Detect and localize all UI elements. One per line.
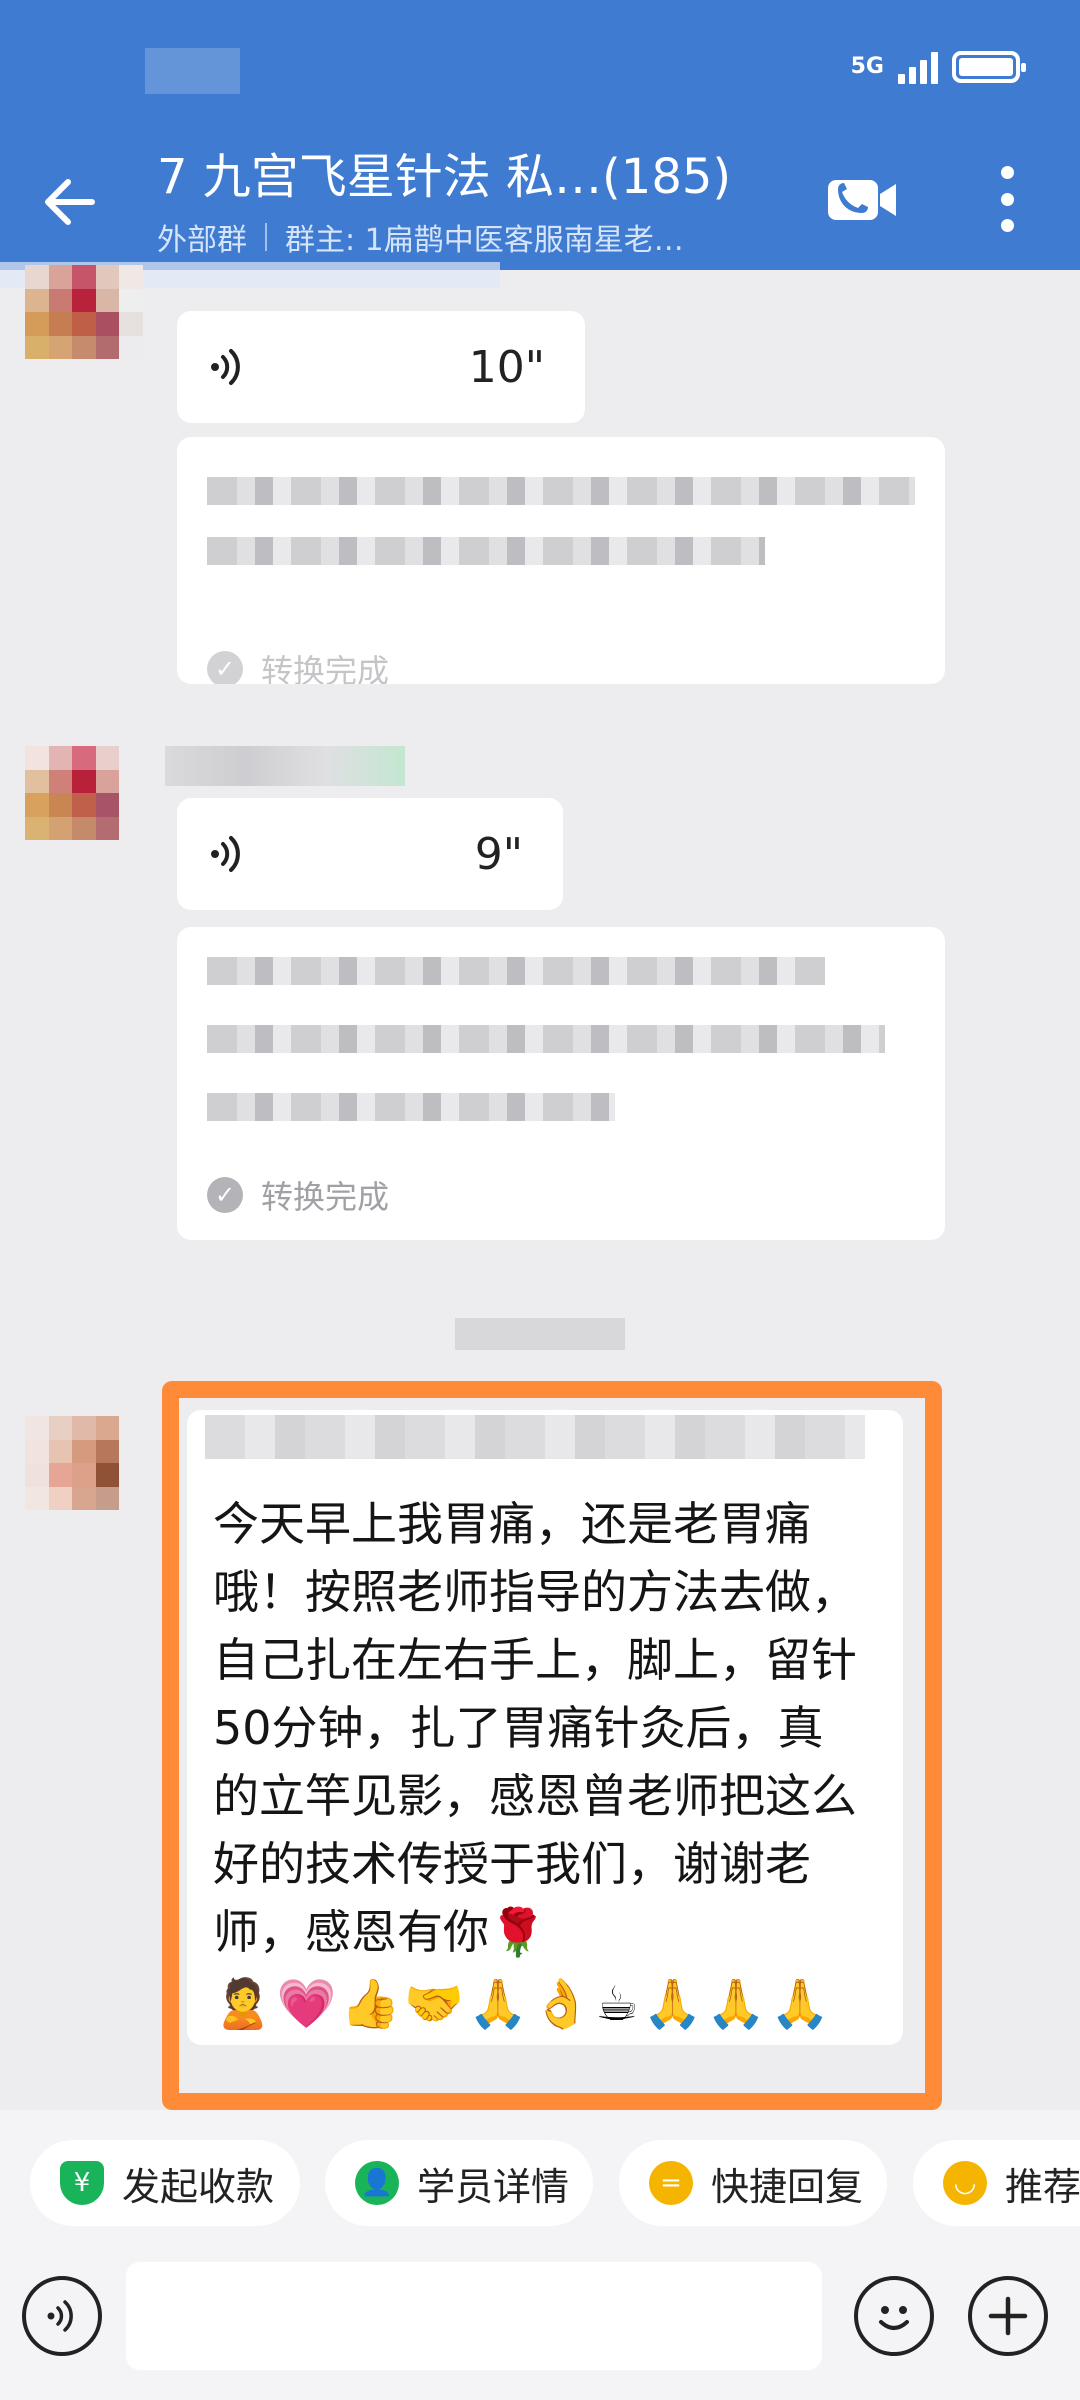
status-indicators: 5G bbox=[850, 50, 1026, 84]
transcription-bubble[interactable]: ✓ 转换完成 bbox=[177, 437, 945, 684]
video-call-icon[interactable] bbox=[826, 176, 898, 224]
transcription-status: ✓ 转换完成 bbox=[207, 646, 389, 684]
transcription-text-redacted bbox=[207, 477, 915, 505]
chat-subtitle: 外部群 群主: 1扁鹊中医客服南星老… bbox=[157, 215, 684, 259]
voice-message[interactable]: 9" bbox=[177, 798, 563, 910]
quick-reply-icon: = bbox=[649, 2161, 693, 2205]
back-arrow-icon[interactable] bbox=[38, 170, 102, 234]
network-label: 5G bbox=[850, 54, 884, 79]
voice-wave-icon bbox=[211, 836, 240, 872]
avatar[interactable] bbox=[25, 746, 143, 864]
timestamp-redacted bbox=[455, 1318, 625, 1350]
voice-duration: 9" bbox=[474, 828, 523, 880]
status-time-redacted bbox=[145, 48, 240, 94]
message-input[interactable] bbox=[126, 2262, 822, 2370]
avatar[interactable] bbox=[25, 265, 143, 383]
more-options-icon[interactable] bbox=[996, 166, 1018, 232]
voice-wave-icon bbox=[211, 349, 240, 385]
transcription-bubble[interactable]: ✓ 转换完成 bbox=[177, 927, 945, 1240]
person-list-icon: 👤 bbox=[355, 2161, 399, 2205]
check-circle-icon: ✓ bbox=[207, 1177, 243, 1213]
quick-action-quick-reply[interactable]: = 快捷回复 bbox=[619, 2140, 887, 2226]
quick-action-recommend[interactable]: ◡ 推荐 bbox=[913, 2140, 1080, 2226]
recommend-icon: ◡ bbox=[943, 2161, 987, 2205]
group-type-label: 外部群 bbox=[157, 223, 247, 258]
chat-header: 5G 7 九宫飞星针法 私…(185) 外部群 群主: 1扁鹊中医客服南星老… bbox=[0, 0, 1080, 270]
transcription-text-redacted bbox=[207, 1025, 885, 1053]
divider bbox=[265, 223, 267, 251]
transcription-text-redacted bbox=[207, 537, 765, 565]
signal-icon bbox=[898, 50, 938, 84]
group-owner-label: 群主: 1扁鹊中医客服南星老… bbox=[285, 223, 684, 258]
avatar[interactable] bbox=[25, 1416, 143, 1534]
emoji-icon[interactable] bbox=[854, 2276, 934, 2356]
check-circle-icon: ✓ bbox=[207, 651, 243, 684]
voice-input-icon[interactable] bbox=[22, 2276, 102, 2356]
plus-icon[interactable] bbox=[968, 2276, 1048, 2356]
yuan-shield-icon: ¥ bbox=[60, 2161, 104, 2205]
voice-duration: 10" bbox=[468, 341, 545, 393]
battery-icon bbox=[952, 51, 1026, 83]
transcription-status: ✓ 转换完成 bbox=[207, 1172, 389, 1218]
transcription-text-redacted bbox=[207, 957, 825, 985]
transcription-text-redacted bbox=[207, 1093, 615, 1121]
message-text: 今天早上我胃痛，还是老胃痛哦！按照老师指导的方法去做，自己扎在左右手上，脚上，留… bbox=[213, 1497, 857, 1959]
quick-action-student-details[interactable]: 👤 学员详情 bbox=[325, 2140, 593, 2226]
message-emojis: 🙎💗👍🤝🙏👌☕🙏🙏🙏 bbox=[213, 1976, 834, 2032]
chat-title[interactable]: 7 九宫飞星针法 私…(185) bbox=[157, 147, 731, 207]
quick-action-collect-payment[interactable]: ¥ 发起收款 bbox=[30, 2140, 300, 2226]
sender-name-redacted bbox=[165, 746, 405, 786]
voice-message[interactable]: 10" bbox=[177, 311, 585, 423]
